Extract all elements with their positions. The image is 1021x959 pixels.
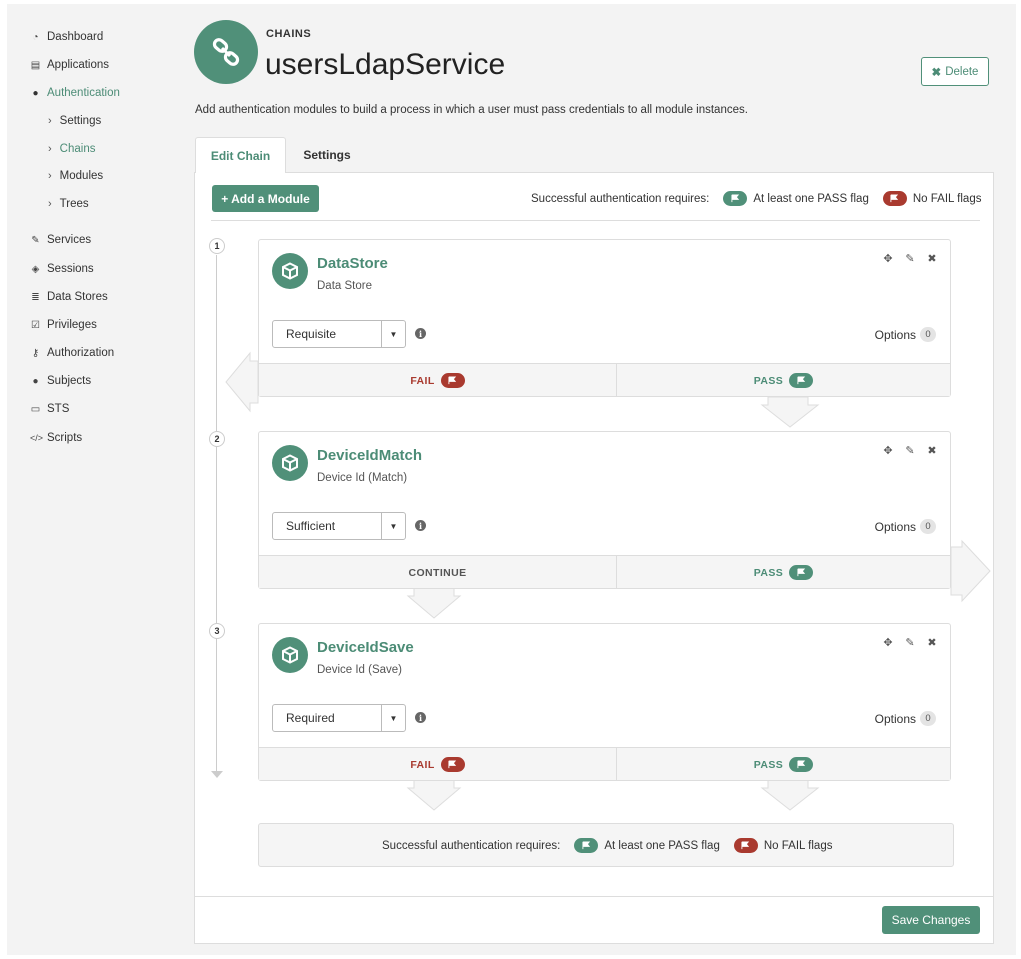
- module-subtitle: Data Store: [317, 280, 372, 292]
- criteria-value: Requisite: [286, 327, 337, 341]
- options-count: 0: [920, 711, 936, 726]
- auth-requirements-summary: Successful authentication requires: At l…: [258, 823, 954, 867]
- panel-footer-divider: [195, 896, 993, 897]
- move-icon[interactable]: ✥: [882, 252, 894, 265]
- module-title[interactable]: DeviceIdMatch: [317, 447, 422, 464]
- requirements-label: Successful authentication requires:: [382, 839, 561, 852]
- outcome-label: PASS: [753, 758, 784, 771]
- info-icon[interactable]: i: [415, 712, 426, 723]
- pass-flag-label: At least one PASS flag: [604, 839, 720, 852]
- module-title[interactable]: DeviceIdSave: [317, 639, 414, 656]
- module-tools: ✥ ✎ ✖: [882, 636, 938, 649]
- outcome-label: CONTINUE: [408, 566, 467, 579]
- options-label: Options: [874, 711, 916, 726]
- module-tools: ✥ ✎ ✖: [882, 252, 938, 265]
- module-card: DeviceIdMatch Device Id (Match) ✥ ✎ ✖ Su…: [258, 431, 951, 589]
- pencil-icon[interactable]: ✎: [904, 636, 916, 649]
- pass-flag-icon: [789, 757, 814, 772]
- module-subtitle: Device Id (Match): [317, 472, 408, 484]
- cube-icon: [272, 445, 308, 481]
- move-icon[interactable]: ✥: [882, 444, 894, 457]
- criteria-value: Sufficient: [286, 519, 336, 533]
- pass-down-arrow: [760, 779, 820, 811]
- auth-requirements-bottom: Successful authentication requires: At l…: [382, 838, 832, 853]
- info-icon[interactable]: i: [415, 328, 426, 339]
- criteria-select[interactable]: Sufficient ▼: [272, 512, 406, 540]
- move-icon[interactable]: ✥: [882, 636, 894, 649]
- outcome-label: PASS: [753, 374, 784, 387]
- chevron-down-icon: ▼: [381, 705, 405, 731]
- options-count: 0: [920, 519, 936, 534]
- module-card: DataStore Data Store ✥ ✎ ✖ Requisite ▼ i…: [258, 239, 951, 397]
- outcome-pass: PASS: [617, 364, 950, 397]
- pass-exit-arrow: [950, 539, 991, 603]
- module-title[interactable]: DataStore: [317, 255, 388, 272]
- module-card: DeviceIdSave Device Id (Save) ✥ ✎ ✖ Requ…: [258, 623, 951, 781]
- outcome-label: FAIL: [410, 758, 435, 771]
- options-label: Options: [874, 327, 916, 342]
- fail-exit-arrow: [225, 351, 259, 413]
- pass-down-arrow: [760, 396, 820, 428]
- options-link[interactable]: Options 0: [875, 711, 936, 726]
- outcome-row: FAIL PASS: [259, 747, 950, 781]
- outcome-fail: FAIL: [259, 748, 617, 781]
- criteria-select[interactable]: Requisite ▼: [272, 320, 406, 348]
- close-icon[interactable]: ✖: [926, 252, 938, 265]
- options-link[interactable]: Options 0: [875, 327, 936, 342]
- outcome-pass: PASS: [617, 748, 950, 781]
- fail-flag-icon: [733, 838, 758, 853]
- options-label: Options: [874, 519, 916, 534]
- pass-flag-icon: [574, 838, 599, 853]
- module-tools: ✥ ✎ ✖: [882, 444, 938, 457]
- fail-flag-icon: [440, 373, 465, 388]
- cube-icon: [272, 253, 308, 289]
- pencil-icon[interactable]: ✎: [904, 252, 916, 265]
- pencil-icon[interactable]: ✎: [904, 444, 916, 457]
- outcome-pass: PASS: [617, 556, 950, 589]
- pass-flag-icon: [789, 565, 814, 580]
- close-icon[interactable]: ✖: [926, 636, 938, 649]
- fail-down-arrow: [406, 779, 462, 811]
- outcome-fail: FAIL: [259, 364, 617, 397]
- outcome-label: PASS: [753, 566, 784, 579]
- outcome-row: CONTINUE PASS: [259, 555, 950, 589]
- criteria-select[interactable]: Required ▼: [272, 704, 406, 732]
- cube-icon: [272, 637, 308, 673]
- chevron-down-icon: ▼: [381, 513, 405, 539]
- options-count: 0: [920, 327, 936, 342]
- continue-down-arrow: [406, 587, 462, 619]
- module-subtitle: Device Id (Save): [317, 664, 403, 676]
- close-icon[interactable]: ✖: [926, 444, 938, 457]
- info-icon[interactable]: i: [415, 520, 426, 531]
- outcome-label: FAIL: [410, 374, 435, 387]
- outcome-row: FAIL PASS: [259, 363, 950, 397]
- fail-flag-label: No FAIL flags: [763, 839, 833, 852]
- save-changes-button[interactable]: Save Changes: [882, 906, 980, 934]
- chevron-down-icon: ▼: [381, 321, 405, 347]
- pass-flag-icon: [789, 373, 814, 388]
- options-link[interactable]: Options 0: [875, 519, 936, 534]
- outcome-continue: CONTINUE: [259, 556, 617, 589]
- criteria-value: Required: [286, 711, 335, 725]
- fail-flag-icon: [440, 757, 465, 772]
